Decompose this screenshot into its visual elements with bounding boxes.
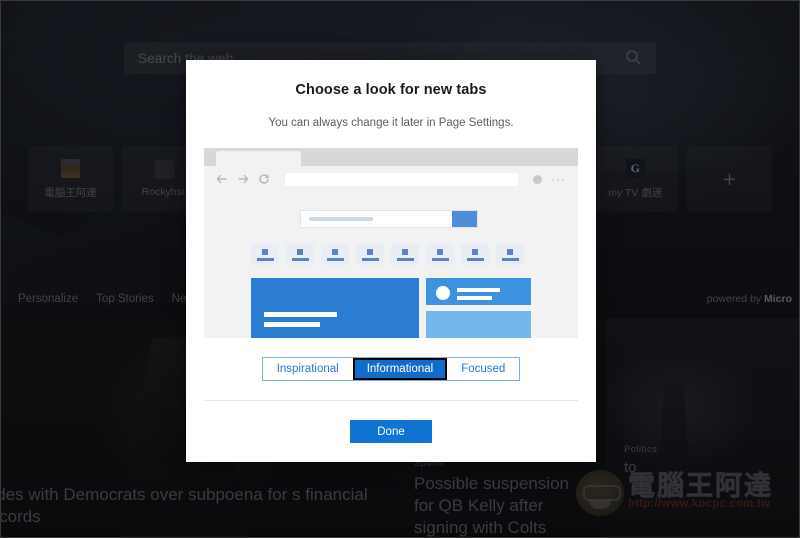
preview-tile	[356, 244, 384, 265]
preview-tab-strip	[204, 148, 578, 166]
preview-content-cards	[251, 278, 531, 338]
preview-page-body	[204, 192, 578, 338]
preview-toolbar: ···	[204, 166, 578, 192]
ellipsis-icon: ···	[551, 172, 566, 186]
preview-tile	[321, 244, 349, 265]
preview-side-cards	[426, 278, 531, 338]
preview-tile	[391, 244, 419, 265]
preview-search-button	[452, 211, 477, 227]
layout-option-informational[interactable]: Informational	[352, 358, 448, 380]
preview-address-bar	[285, 172, 518, 186]
layout-option-focused[interactable]: Focused	[447, 358, 520, 380]
done-button[interactable]: Done	[350, 420, 432, 443]
preview-tile	[426, 244, 454, 265]
preview-tile	[251, 244, 279, 265]
preview-tile	[286, 244, 314, 265]
choose-look-dialog: Choose a look for new tabs You can alway…	[186, 60, 596, 462]
dialog-subtitle: You can always change it later in Page S…	[268, 117, 514, 129]
preview-tile	[496, 244, 524, 265]
preview-tiles-row	[251, 244, 531, 265]
preview-active-tab	[216, 151, 301, 166]
dialog-title: Choose a look for new tabs	[295, 82, 487, 98]
preview-hero-card	[251, 278, 419, 338]
preview-side-card-bottom	[426, 311, 531, 338]
screen: Search the web 電腦王阿達 Rockyhsu	[0, 0, 800, 538]
layout-preview: ···	[204, 148, 578, 338]
refresh-icon	[259, 174, 269, 184]
back-arrow-icon	[216, 174, 227, 184]
profile-dot-icon	[533, 174, 542, 184]
dialog-divider	[204, 400, 578, 401]
preview-search-box	[300, 210, 478, 228]
preview-search-placeholder	[309, 217, 373, 221]
layout-option-inspirational[interactable]: Inspirational	[262, 358, 353, 380]
layout-option-group: Inspirational Informational Focused	[261, 357, 521, 381]
preview-side-card-top	[426, 278, 531, 305]
forward-arrow-icon	[238, 174, 249, 184]
preview-tile	[461, 244, 489, 265]
